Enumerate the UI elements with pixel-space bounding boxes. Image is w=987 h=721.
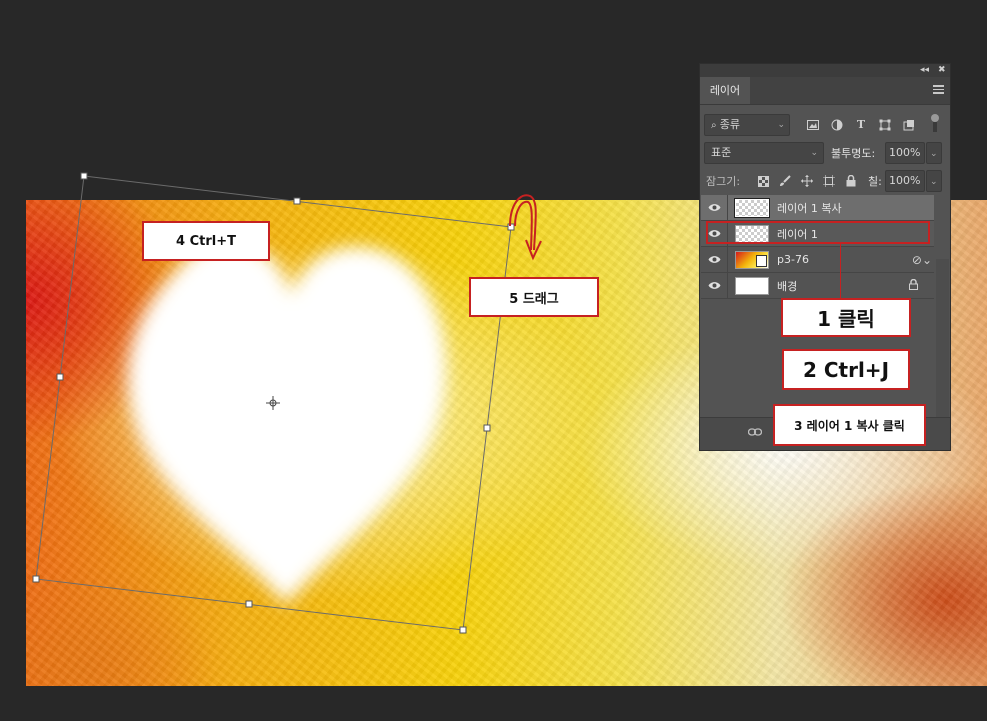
eye-icon[interactable]	[701, 272, 728, 299]
layers-scrollbar[interactable]	[936, 259, 949, 417]
panel-titlebar: ◂◂ ✖	[700, 64, 950, 77]
lock-icon[interactable]	[844, 173, 858, 189]
heart-shape	[128, 241, 447, 606]
opacity-input[interactable]: 100%	[885, 142, 925, 164]
callout-step4: 4 Ctrl+T	[142, 221, 270, 261]
transform-handle-bottom-left[interactable]	[32, 575, 40, 583]
layer-row[interactable]: p3-76 ⊘⌄	[701, 246, 934, 273]
close-panel-icon[interactable]: ✖	[938, 64, 946, 77]
blend-mode-select[interactable]: 표준 ⌄	[704, 142, 824, 164]
opacity-value: 100%	[889, 146, 921, 159]
transform-handle-right[interactable]	[483, 424, 491, 432]
image-filter-icon[interactable]	[806, 117, 820, 133]
lock-label: 잠그기:	[706, 175, 741, 188]
move-icon[interactable]	[800, 173, 814, 189]
callout-leader-line	[840, 244, 841, 298]
opacity-dropdown[interactable]: ⌄	[926, 142, 942, 164]
transform-handle-top-left[interactable]	[80, 172, 88, 180]
search-icon: ⌕	[711, 120, 720, 131]
chevron-down-icon: ⌄	[930, 177, 938, 187]
shape-filter-icon[interactable]	[878, 117, 892, 133]
chevron-down-icon: ⌄	[810, 148, 818, 158]
callout-step4-text: 4 Ctrl+T	[176, 233, 236, 249]
lock-icon	[909, 278, 918, 293]
link-icon[interactable]	[747, 427, 763, 440]
callout-step2-text: 2 Ctrl+J	[802, 357, 890, 382]
smart-object-icon	[756, 254, 767, 267]
filter-row: ⌕ 종류 ⌄ T	[700, 114, 950, 136]
type-filter-icon[interactable]: T	[854, 116, 868, 132]
filter-toggle-icon[interactable]	[931, 114, 939, 132]
collapse-icon[interactable]: ◂◂	[920, 64, 929, 77]
blend-mode-value: 표준	[711, 146, 732, 159]
fill-label: 칠:	[868, 175, 882, 188]
selection-highlight	[706, 221, 930, 244]
layer-thumbnail	[735, 198, 769, 217]
transform-handle-bottom-right[interactable]	[459, 626, 467, 634]
transform-handle-top[interactable]	[293, 197, 301, 205]
lock-row: 잠그기: 칠: 100% ⌄	[700, 170, 950, 192]
opacity-label: 불투명도:	[831, 147, 876, 160]
callout-step3-text: 3 레이어 1 복사 클릭	[794, 418, 905, 433]
tab-layers[interactable]: 레이어	[700, 77, 750, 104]
eye-icon[interactable]	[701, 246, 728, 273]
layer-thumbnail	[735, 250, 769, 269]
fill-dropdown[interactable]: ⌄	[926, 170, 942, 192]
eye-icon[interactable]	[701, 194, 728, 221]
layers-panel: ◂◂ ✖ 레이어 ⌕ 종류 ⌄ T 표준 ⌄ 불투명도: 100% ⌄ 잠그기:…	[699, 63, 951, 451]
chevron-down-icon: ⌄	[930, 149, 938, 159]
layer-effects-icon[interactable]: ⊘⌄	[912, 253, 932, 267]
transform-handle-bottom[interactable]	[245, 600, 253, 608]
layer-row[interactable]: 레이어 1 복사	[701, 194, 934, 221]
brush-icon[interactable]	[778, 173, 792, 189]
callout-step5-text: 5 드래그	[509, 291, 559, 307]
callout-step1: 1 클릭	[781, 298, 911, 337]
filter-kind-select[interactable]: ⌕ 종류 ⌄	[704, 114, 790, 136]
callout-step2: 2 Ctrl+J	[782, 349, 910, 390]
layer-row[interactable]: 배경	[701, 272, 934, 299]
layer-thumbnail	[735, 276, 769, 295]
transform-handle-top-right[interactable]	[507, 223, 515, 231]
lock-transparent-icon[interactable]	[756, 173, 770, 189]
panel-menu-icon[interactable]	[933, 85, 944, 94]
callout-step3: 3 레이어 1 복사 클릭	[773, 404, 926, 446]
layer-name: 배경	[777, 279, 798, 293]
artboard-icon[interactable]	[822, 173, 836, 189]
smart-filter-icon[interactable]	[902, 117, 916, 133]
layer-name: 레이어 1 복사	[777, 201, 842, 215]
fill-value: 100%	[889, 174, 921, 187]
callout-step1-text: 1 클릭	[817, 307, 875, 331]
chevron-down-icon: ⌄	[777, 120, 785, 130]
transform-handle-left[interactable]	[56, 373, 64, 381]
adjust-filter-icon[interactable]	[830, 117, 844, 133]
blend-row: 표준 ⌄ 불투명도: 100% ⌄	[700, 142, 950, 164]
filter-kind-label: 종류	[719, 118, 741, 131]
callout-step5: 5 드래그	[469, 277, 599, 317]
layer-name: p3-76	[777, 253, 809, 266]
fill-input[interactable]: 100%	[885, 170, 925, 192]
panel-tabbar: 레이어	[700, 77, 950, 105]
